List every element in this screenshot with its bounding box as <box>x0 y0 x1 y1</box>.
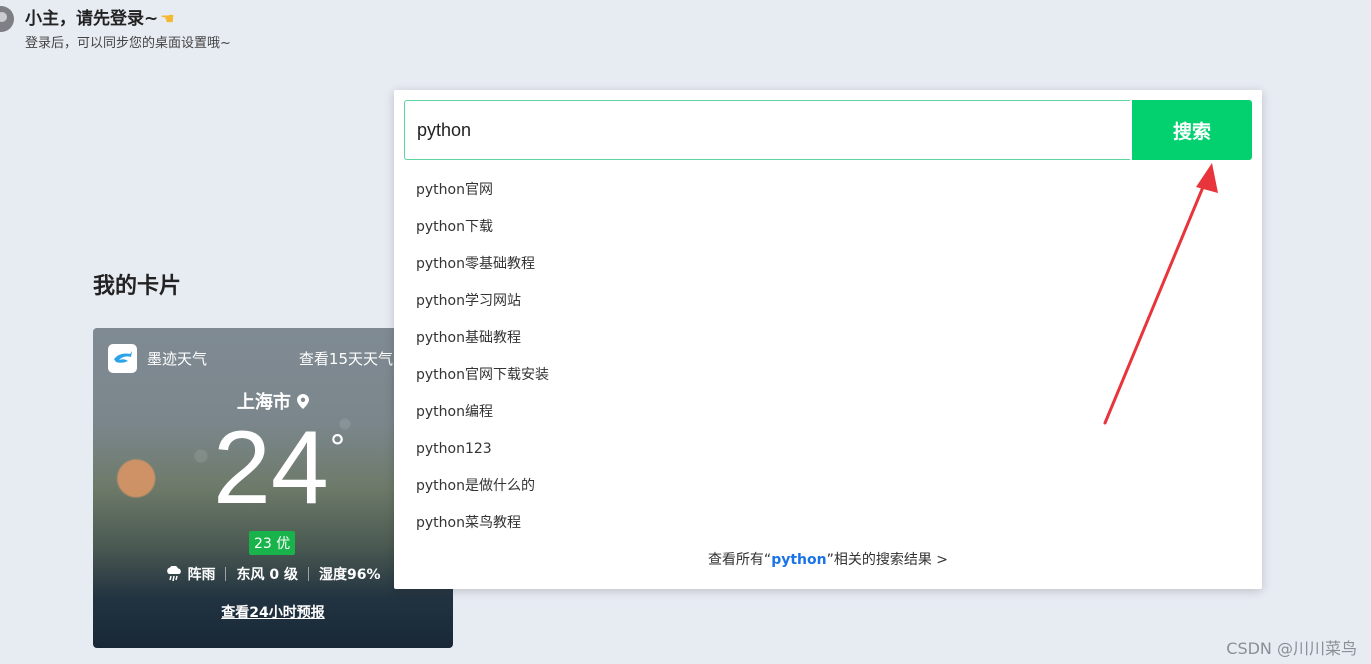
login-subtitle: 登录后，可以同步您的桌面设置哦~ <box>25 36 231 51</box>
suggestion-item[interactable]: python123 <box>394 431 1262 468</box>
degree-symbol: ° <box>329 428 346 468</box>
weather-condition: 阵雨 <box>187 567 216 583</box>
search-button[interactable]: 搜索 <box>1132 100 1252 160</box>
moji-weather-logo-icon <box>108 344 137 373</box>
divider <box>225 567 227 581</box>
user-avatar[interactable] <box>0 6 14 32</box>
weather-brand: 墨迹天气 <box>147 350 208 368</box>
cards-section-title: 我的卡片 <box>93 274 182 299</box>
air-quality-badge: 23 优 <box>249 531 296 555</box>
humidity-info: 湿度96% <box>318 567 381 583</box>
view-all-keyword: python <box>771 552 827 568</box>
forecast-24-hour-link[interactable]: 查看24小时预报 <box>93 602 453 622</box>
watermark: CSDN @川川菜鸟 <box>1226 639 1357 658</box>
red-arrow-annotation-icon <box>1103 163 1218 425</box>
suggestion-item[interactable]: python菜鸟教程 <box>394 505 1262 542</box>
forecast-15-day-link[interactable]: 查看15天天气 <box>299 348 393 369</box>
search-input[interactable] <box>404 100 1130 160</box>
login-title: 小主，请先登录~ <box>25 9 159 29</box>
view-all-prefix: 查看所有“ <box>707 552 772 568</box>
pointing-hand-icon: ☚ <box>160 9 175 28</box>
divider <box>307 567 309 581</box>
view-all-suffix: ”相关的搜索结果 > <box>826 552 949 568</box>
view-all-results-link[interactable]: 查看所有“python”相关的搜索结果 > <box>394 549 1262 569</box>
login-prompt[interactable]: 小主，请先登录~ ☚ <box>25 4 175 29</box>
wind-info: 东风 0 级 <box>236 567 298 583</box>
location-pin-icon <box>297 394 310 409</box>
temperature-value: 24 <box>213 410 329 526</box>
rain-cloud-icon <box>165 566 183 582</box>
suggestion-item[interactable]: python是做什么的 <box>394 468 1262 505</box>
